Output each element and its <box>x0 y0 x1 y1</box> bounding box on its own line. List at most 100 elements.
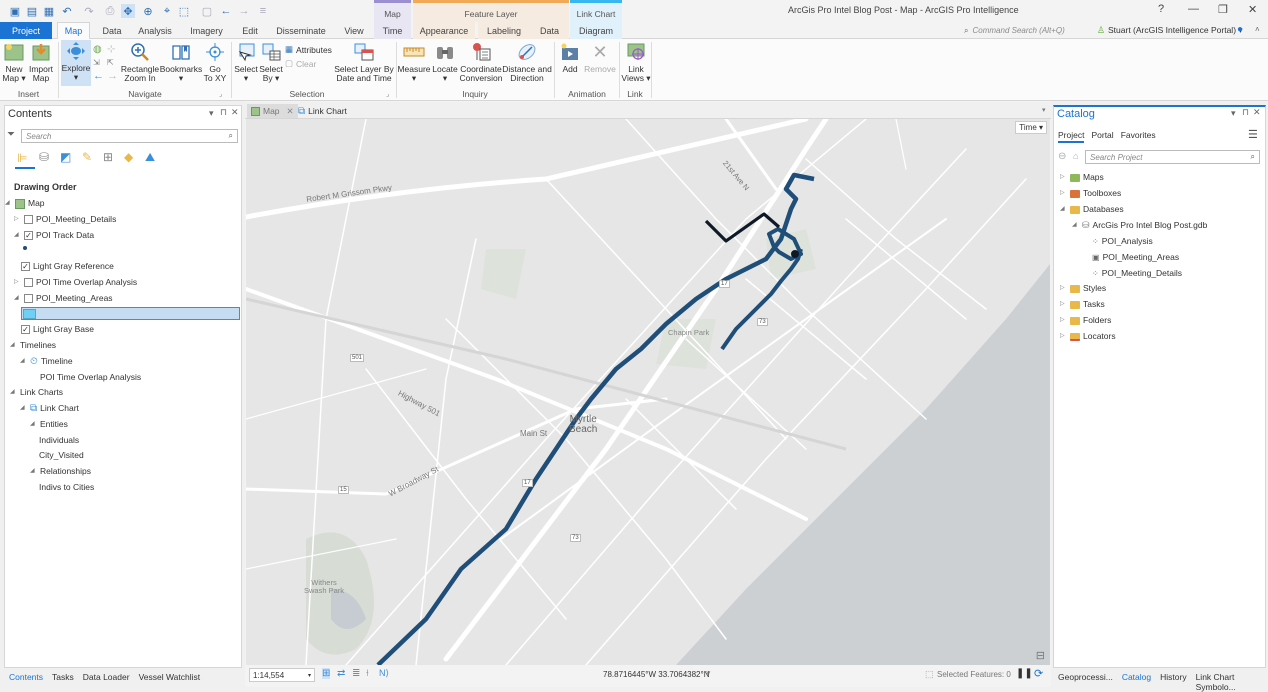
visibility-checkbox-checked[interactable]: ✓ <box>24 231 33 241</box>
select-icon[interactable]: ⬚ <box>177 4 191 18</box>
expand-open-icon[interactable]: ◢ <box>10 338 17 354</box>
explore-icon[interactable]: ✥ <box>121 4 135 18</box>
bottom-tab-catalog[interactable]: Catalog <box>1122 672 1151 692</box>
catalog-close-icon[interactable]: ✕ <box>1253 107 1261 118</box>
redo-icon[interactable]: ↷ <box>82 4 96 18</box>
zoom-in-fixed-icon[interactable]: ⇲ <box>93 58 100 67</box>
print-icon[interactable]: ⎙ <box>103 4 117 18</box>
list-by-perspective-icon[interactable]: ⛰ <box>145 150 155 165</box>
close-button[interactable]: ✕ <box>1248 3 1257 16</box>
back-icon[interactable]: ⊖ <box>1058 151 1066 162</box>
view-tab-link-chart[interactable]: ⧉ Link Chart <box>298 104 347 118</box>
bookmarks-button[interactable]: Bookmarks ▾ <box>160 41 202 83</box>
help-button[interactable]: ? <box>1158 3 1164 15</box>
tree-item-link-chart[interactable]: ◢ ⧉ Link Chart <box>20 401 79 417</box>
tab-map[interactable]: Map <box>57 22 90 39</box>
visibility-checkbox-checked[interactable]: ✓ <box>21 325 30 335</box>
tab-data[interactable]: Data <box>95 22 129 39</box>
tab-appearance[interactable]: Appearance <box>413 22 475 39</box>
scale-selector[interactable]: 1:14,554 ▾ <box>249 668 315 682</box>
catalog-item[interactable]: ⁘ POI_Meeting_Details <box>1092 266 1182 282</box>
expand-closed-icon[interactable]: ▷ <box>1060 297 1067 313</box>
expand-open-icon[interactable]: ◢ <box>30 417 37 433</box>
expand-open-icon[interactable]: ◢ <box>14 291 21 307</box>
distance-and-direction-button[interactable]: Distance and Direction <box>502 41 552 83</box>
back-icon[interactable]: ← <box>219 4 233 18</box>
coordinate-conversion-button[interactable]: Coordinate Conversion <box>460 41 503 83</box>
tab-edit[interactable]: Edit <box>235 22 265 39</box>
constraints-icon[interactable]: ≣ <box>352 668 360 679</box>
tree-item-entity[interactable]: City_Visited <box>39 448 84 464</box>
tree-item-entity[interactable]: Individuals <box>39 433 79 449</box>
catalog-item[interactable]: ▷ Tasks <box>1060 297 1105 313</box>
contents-search-input[interactable]: Search ⌕ <box>21 129 238 143</box>
north-arrow-icon[interactable]: N⟩ <box>379 668 389 679</box>
list-by-data-source-icon[interactable]: ⛁ <box>39 150 49 164</box>
tab-disseminate[interactable]: Disseminate <box>270 22 332 39</box>
expand-closed-icon[interactable]: ▷ <box>14 275 21 291</box>
import-map-button[interactable]: Import Map <box>28 41 54 83</box>
tree-item-layer[interactable]: ◢ POI_Meeting_Areas <box>14 291 113 307</box>
list-by-selection-icon[interactable]: ◩ <box>60 150 71 164</box>
tree-item-timeline-layer[interactable]: POI Time Overlap Analysis <box>40 370 141 386</box>
expand-closed-icon[interactable]: ▷ <box>1060 186 1067 202</box>
tree-item-layer[interactable]: ▷ POI_Meeting_Details <box>14 212 116 228</box>
full-extent-icon[interactable]: ◍ <box>93 44 102 55</box>
tree-item-layer[interactable]: ▷ POI Time Overlap Analysis <box>14 275 137 291</box>
catalog-item[interactable]: ▷ Toolboxes <box>1060 186 1121 202</box>
tab-feature-data[interactable]: Data <box>530 22 569 39</box>
list-by-labeling-icon[interactable]: ◆ <box>124 150 133 164</box>
expand-open-icon[interactable]: ◢ <box>10 385 17 401</box>
command-search-input[interactable]: ⌕ Command Search (Alt+Q) <box>964 24 1076 37</box>
tree-item-layer[interactable]: ✓ Light Gray Reference <box>21 259 114 275</box>
tab-time[interactable]: Time <box>374 22 411 39</box>
symbol-point[interactable] <box>23 244 27 250</box>
selection-options-launcher[interactable]: ⌟ <box>386 90 389 98</box>
bottom-tab-geoprocessing[interactable]: Geoprocessi... <box>1058 672 1113 692</box>
remove-animation-button[interactable]: ✕ Remove <box>584 41 616 74</box>
catalog-menu-icon[interactable]: ☰ <box>1248 128 1258 141</box>
visibility-checkbox[interactable] <box>24 278 33 288</box>
select-button[interactable]: Select ▾ <box>234 41 258 83</box>
expand-open-icon[interactable]: ◢ <box>1060 202 1067 218</box>
list-by-editing-icon[interactable]: ✎ <box>82 150 92 164</box>
tree-item-layer[interactable]: ✓ Light Gray Base <box>21 322 94 338</box>
previous-extent-icon[interactable]: ← <box>93 70 104 82</box>
clear-button[interactable]: ▢ Clear <box>285 58 316 69</box>
save-project-icon[interactable]: ▦ <box>42 4 56 18</box>
tree-item-entities[interactable]: ◢ Entities <box>30 417 68 433</box>
catalog-item[interactable]: ◢ Databases <box>1060 202 1124 218</box>
contents-pane-menu-icon[interactable]: ▾ <box>209 108 214 119</box>
bottom-tab-link-chart-symbology[interactable]: Link Chart Symbolo... <box>1196 672 1268 692</box>
bottom-tab-contents[interactable]: Contents <box>9 672 43 682</box>
list-by-drawing-order-icon[interactable]: ⊫ <box>17 151 27 165</box>
zoom-out-fixed-icon[interactable]: ⇱ <box>107 58 114 67</box>
catalog-pin-icon[interactable]: ⊓ <box>1242 107 1249 118</box>
bottom-tab-history[interactable]: History <box>1160 672 1186 692</box>
tree-item-layer[interactable]: ◢ ✓ POI Track Data <box>14 228 94 244</box>
tree-item-relationships[interactable]: ◢ Relationships <box>30 464 91 480</box>
tab-labeling[interactable]: Labeling <box>478 22 530 39</box>
expand-open-icon[interactable]: ◢ <box>14 228 21 244</box>
zoom-in-icon[interactable]: ⊕ <box>141 4 155 18</box>
navigate-options-launcher[interactable]: ⌟ <box>219 90 222 98</box>
view-tabs-menu-icon[interactable]: ▾ <box>1042 106 1046 114</box>
catalog-tab-portal[interactable]: Portal <box>1091 130 1113 143</box>
attributes-button[interactable]: ▦ Attributes <box>285 44 332 55</box>
expand-closed-icon[interactable]: ▷ <box>1060 281 1067 297</box>
go-to-xy-button[interactable]: Go To XY <box>203 41 227 83</box>
list-by-snapping-icon[interactable]: ⊞ <box>103 150 113 164</box>
customize-icon[interactable]: ≡ <box>256 4 270 18</box>
expand-open-icon[interactable]: ◢ <box>1072 218 1079 234</box>
view-tab-map[interactable]: Map ✕ <box>247 104 298 118</box>
tab-project[interactable]: Project <box>0 22 52 39</box>
collapse-ribbon-icon[interactable]: ˄ <box>1255 25 1260 34</box>
visibility-checkbox[interactable] <box>24 294 33 304</box>
coordinate-format-dropdown[interactable]: ˅ <box>706 669 711 678</box>
map-canvas[interactable]: Robert M Grissom Pkwy Highway 501 Main S… <box>246 119 1050 665</box>
notifications-icon[interactable]: ● <box>1237 24 1243 35</box>
contents-pin-icon[interactable]: ⊓ <box>220 107 227 118</box>
grid-toggle-icon[interactable]: ⊞ <box>322 668 331 679</box>
restore-button[interactable]: ❐ <box>1218 3 1228 16</box>
open-project-icon[interactable]: ▤ <box>25 4 39 18</box>
